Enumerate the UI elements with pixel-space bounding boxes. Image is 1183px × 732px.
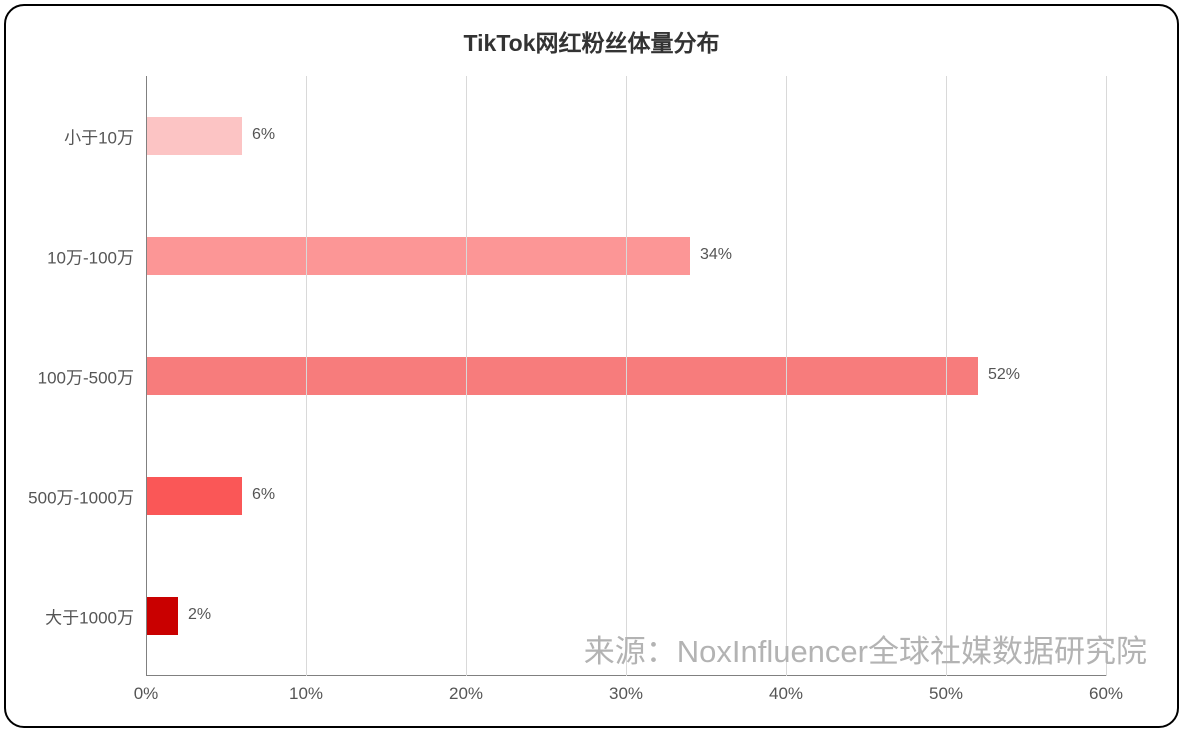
bar-value-label: 2% xyxy=(188,606,211,624)
grid-line xyxy=(1106,76,1107,676)
bar xyxy=(146,117,242,155)
x-tick-label: 30% xyxy=(609,684,643,704)
grid-line xyxy=(466,76,467,676)
y-tick-label: 100万-500万 xyxy=(38,364,134,389)
x-tick-label: 0% xyxy=(134,684,159,704)
chart-title: TikTok网红粉丝体量分布 xyxy=(6,6,1177,58)
grid-line xyxy=(786,76,787,676)
y-tick-label: 小于10万 xyxy=(64,124,134,149)
grid-line xyxy=(626,76,627,676)
x-tick-label: 10% xyxy=(289,684,323,704)
x-tick-label: 50% xyxy=(929,684,963,704)
y-axis-line xyxy=(146,76,147,676)
bar xyxy=(146,477,242,515)
y-tick-label: 大于1000万 xyxy=(45,604,134,629)
x-tick-label: 40% xyxy=(769,684,803,704)
x-tick-label: 20% xyxy=(449,684,483,704)
x-tick-label: 60% xyxy=(1089,684,1123,704)
bar xyxy=(146,237,690,275)
grid-line xyxy=(946,76,947,676)
bar-value-label: 52% xyxy=(988,366,1020,384)
bar-value-label: 6% xyxy=(252,126,275,144)
bar xyxy=(146,597,178,635)
plot-area: 6%34%52%6%2% 0%10%20%30%40%50%60%小于10万10… xyxy=(146,76,1106,676)
grid-line xyxy=(306,76,307,676)
y-tick-label: 500万-1000万 xyxy=(28,484,134,509)
y-tick-label: 10万-100万 xyxy=(47,244,134,269)
bar xyxy=(146,357,978,395)
bar-value-label: 6% xyxy=(252,486,275,504)
bar-value-label: 34% xyxy=(700,246,732,264)
chart-frame: TikTok网红粉丝体量分布 6% 34% 52% 6% 2% 0% 10% 20% 30% 4… xyxy=(4,4,1179,728)
